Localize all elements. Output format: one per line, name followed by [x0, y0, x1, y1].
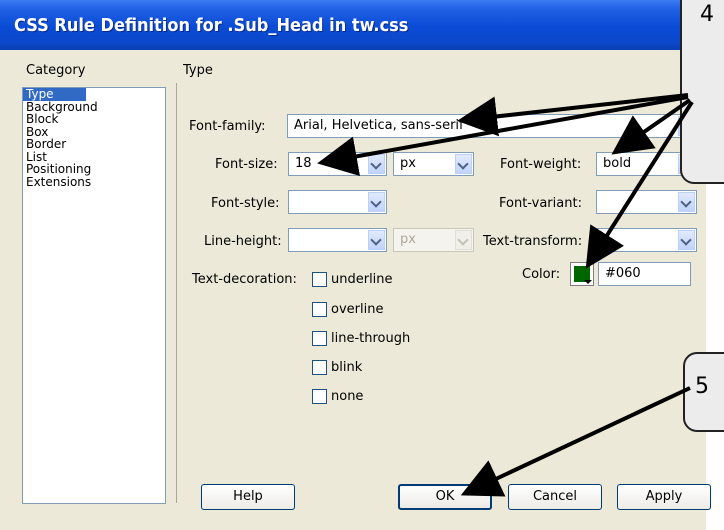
arrow-to-ok — [460, 386, 691, 497]
annotation-arrows — [317, 93, 694, 497]
arrow-to-font-size — [317, 95, 689, 177]
arrow-to-color — [585, 100, 694, 269]
